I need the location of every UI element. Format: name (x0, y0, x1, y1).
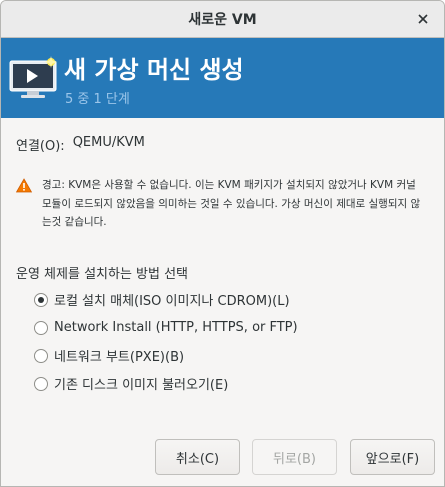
radio-network-boot[interactable]: 네트워크 부트(PXE)(B) (34, 346, 298, 365)
window-title: 새로운 VM (188, 12, 257, 28)
install-method-label: 운영 체제를 설치하는 방법 선택 (16, 267, 189, 282)
radio-indicator[interactable] (34, 320, 48, 335)
radio-indicator[interactable] (34, 348, 48, 363)
wizard-header: 새 가상 머신 생성 5 중 1 단계 (1, 38, 444, 118)
connection-label: 연결(O): (16, 139, 65, 154)
close-icon (418, 14, 428, 24)
radio-label: 로컬 설치 매체(ISO 이미지나 CDROM)(L) (54, 294, 290, 309)
radio-label: Network Install (HTTP, HTTPS, or FTP) (54, 320, 298, 335)
connection-value: QEMU/KVM (72, 135, 145, 150)
wizard-title: 새 가상 머신 생성 (64, 56, 244, 84)
connection-row: 연결(O): QEMU/KVM (16, 135, 145, 154)
cancel-button[interactable]: 취소(C) (155, 439, 240, 475)
new-vm-dialog: 새로운 VM 새 가상 머신 생성 5 중 1 단계 연결(O): QEMU/K… (0, 0, 445, 487)
warning-message: 경고: KVM은 사용할 수 없습니다. 이는 KVM 패키지가 설치되지 않았… (42, 179, 421, 228)
back-button[interactable]: 뒤로(B) (252, 439, 337, 475)
install-method-options: 로컬 설치 매체(ISO 이미지나 CDROM)(L) Network Inst… (34, 290, 298, 393)
radio-network-install[interactable]: Network Install (HTTP, HTTPS, or FTP) (34, 318, 298, 337)
radio-label: 네트워크 부트(PXE)(B) (54, 350, 185, 365)
warning-triangle-icon (16, 178, 32, 193)
radio-label: 기존 디스크 이미지 불러오기(E) (54, 378, 229, 393)
kvm-warning: 경고: KVM은 사용할 수 없습니다. 이는 KVM 패키지가 설치되지 않았… (16, 176, 436, 232)
radio-local-media[interactable]: 로컬 설치 매체(ISO 이미지나 CDROM)(L) (34, 290, 298, 309)
forward-button[interactable]: 앞으로(F) (350, 439, 435, 475)
dialog-buttons: 취소(C) 뒤로(B) 앞으로(F) (1, 439, 444, 475)
wizard-step-indicator: 5 중 1 단계 (65, 92, 130, 107)
vm-display-icon (9, 56, 57, 98)
radio-indicator[interactable] (34, 376, 48, 391)
titlebar: 새로운 VM (1, 1, 444, 38)
radio-import-disk[interactable]: 기존 디스크 이미지 불러오기(E) (34, 374, 298, 393)
close-button[interactable] (414, 10, 432, 28)
radio-indicator[interactable] (34, 292, 48, 307)
